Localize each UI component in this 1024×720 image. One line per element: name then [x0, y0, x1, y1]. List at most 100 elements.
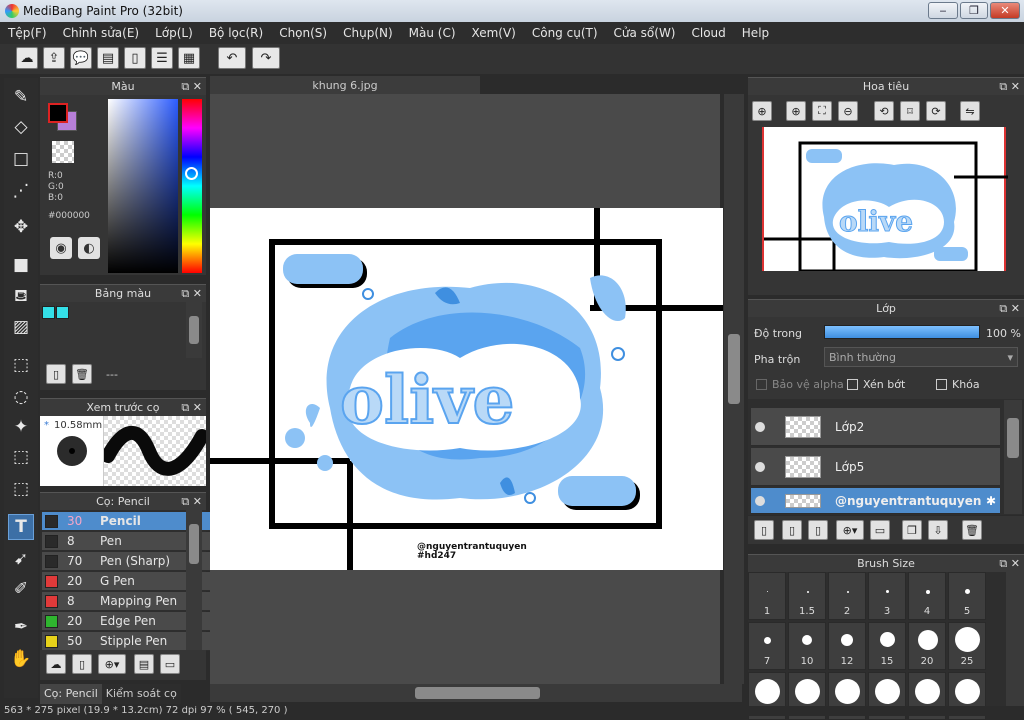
fit-icon[interactable]: ⛶ [812, 101, 832, 121]
layer-item-selected[interactable]: @nguyentrantuquyen ✱ [751, 488, 1000, 514]
close-button[interactable]: ✕ [990, 2, 1020, 19]
gradient-tool-icon[interactable]: ▨ [8, 314, 34, 340]
grid-icon[interactable]: ▦ [178, 47, 200, 69]
brush-size-cell[interactable]: 7 [748, 622, 786, 670]
hue-slider[interactable] [182, 99, 202, 273]
brush-size-cell[interactable]: 1 [748, 572, 786, 620]
redo-icon[interactable]: ↷ [252, 47, 280, 69]
transparent-color-swatch[interactable] [52, 141, 74, 163]
brush-size-scrollbar[interactable] [1006, 572, 1024, 706]
panel-controls[interactable]: ⧉ ✕ [999, 302, 1020, 316]
menu-file[interactable]: Tệp(F) [0, 26, 55, 40]
text-tool-icon[interactable]: T [8, 514, 34, 540]
tab-brush-control[interactable]: Kiểm soát cọ [101, 684, 181, 704]
folder-icon[interactable]: ▭ [870, 520, 890, 540]
document-canvas[interactable]: olive @nguyentrantuquyen #hd247 [210, 208, 723, 570]
merge-icon[interactable]: ⇩ [928, 520, 948, 540]
panel-controls[interactable]: ⧉ ✕ [181, 401, 202, 415]
navigator-preview[interactable]: olive [762, 127, 1008, 273]
palette-swatch[interactable] [42, 306, 55, 319]
zoom-icon[interactable]: ⊕ [786, 101, 806, 121]
zoom-in-icon[interactable]: ⊕ [752, 101, 772, 121]
minimize-button[interactable]: ‒ [928, 2, 958, 19]
duplicate-icon[interactable]: ❐ [902, 520, 922, 540]
canvas-vertical-scrollbar[interactable] [724, 94, 744, 684]
zoom-out-icon[interactable]: ⊖ [838, 101, 858, 121]
trash-icon[interactable]: 🗑 [962, 520, 982, 540]
saturation-value-picker[interactable] [108, 99, 178, 273]
brush-size-cell[interactable]: 1.5 [788, 572, 826, 620]
panel-controls[interactable]: ⧉ ✕ [999, 80, 1020, 94]
blend-select[interactable]: Bình thường ▾ [824, 347, 1018, 367]
undo-icon[interactable]: ↶ [218, 47, 246, 69]
flip-icon[interactable]: ⇋ [960, 101, 980, 121]
brush-size-cell[interactable]: 10 [788, 622, 826, 670]
page-icon[interactable]: ▯ [124, 47, 146, 69]
brush-size-cell[interactable]: 25 [948, 622, 986, 670]
color-mix-icon[interactable]: ◐ [78, 237, 100, 259]
divide-tool-icon[interactable]: ✐ [8, 576, 34, 602]
opacity-slider[interactable] [824, 325, 980, 339]
gear-icon[interactable]: ✱ [986, 494, 996, 508]
canvas-horizontal-scrollbar[interactable] [210, 684, 742, 702]
layer-down-icon[interactable]: ▯ [808, 520, 828, 540]
clipping-checkbox[interactable] [847, 379, 858, 390]
folder-icon[interactable]: ▭ [160, 654, 180, 674]
new-layer-icon[interactable]: ▯ [754, 520, 774, 540]
cloud-brush-icon[interactable]: ☁ [46, 654, 66, 674]
reset-icon[interactable]: ⌑ [900, 101, 920, 121]
eye-icon[interactable] [755, 461, 765, 472]
new-swatch-icon[interactable]: ▯ [46, 364, 66, 384]
menu-tools[interactable]: Công cụ(T) [524, 26, 606, 40]
brush-tool-icon[interactable]: ✎ [8, 84, 34, 110]
hue-handle[interactable] [185, 167, 198, 180]
trash-icon[interactable]: 🗑 [72, 364, 92, 384]
menu-snap[interactable]: Chụp(N) [335, 26, 401, 40]
list-icon[interactable]: ☰ [151, 47, 173, 69]
eye-icon[interactable] [755, 421, 765, 432]
settings-icon[interactable]: ▤ [134, 654, 154, 674]
menu-help[interactable]: Help [734, 26, 777, 40]
menu-cloud[interactable]: Cloud [684, 26, 734, 40]
panel-controls[interactable]: ⧉ ✕ [181, 80, 202, 94]
panel-controls[interactable]: ⧉ ✕ [181, 495, 202, 509]
maximize-button[interactable]: ❐ [960, 2, 988, 19]
panel-controls[interactable]: ⧉ ✕ [999, 557, 1020, 571]
brush-size-cell[interactable]: 2 [828, 572, 866, 620]
layer-item[interactable]: Lớp2 [751, 408, 1000, 446]
layer-scrollbar[interactable] [1004, 400, 1022, 514]
brush-size-cell[interactable]: 4 [908, 572, 946, 620]
bucket-tool-icon[interactable]: ⛾ [8, 284, 34, 310]
magic-wand-icon[interactable]: ✦ [8, 414, 34, 440]
panel-controls[interactable]: ⧉ ✕ [181, 287, 202, 301]
brush-size-cell[interactable]: 12 [828, 622, 866, 670]
copy-layer-icon[interactable]: ▯ [782, 520, 802, 540]
operation-tool-icon[interactable]: ➹ [8, 546, 34, 572]
brush-size-cell[interactable]: 3 [868, 572, 906, 620]
brush-list-scrollbar[interactable] [186, 510, 202, 650]
fill-rect-icon[interactable]: ■ [8, 252, 34, 278]
protect-alpha-checkbox[interactable] [756, 379, 767, 390]
eraser-tool-icon[interactable]: ◇ [8, 114, 34, 140]
rotate-right-icon[interactable]: ⟳ [926, 101, 946, 121]
tab-brush[interactable]: Cọ: Pencil [40, 684, 102, 704]
hand-tool-icon[interactable]: ✋ [8, 646, 34, 672]
layer-item[interactable]: Lớp5 [751, 448, 1000, 486]
new-brush-icon[interactable]: ▯ [72, 654, 92, 674]
palette-scrollbar[interactable] [186, 302, 202, 358]
menu-edit[interactable]: Chỉnh sửa(E) [55, 26, 148, 40]
color-wheel-icon[interactable]: ◉ [50, 237, 72, 259]
share-icon[interactable]: ⇪ [43, 47, 65, 69]
dot-brush-icon[interactable]: ⋰ [8, 178, 34, 204]
menu-window[interactable]: Cửa sổ(W) [606, 26, 684, 40]
menu-layer[interactable]: Lớp(L) [147, 26, 201, 40]
palette-swatch[interactable] [56, 306, 69, 319]
menu-filter[interactable]: Bộ lọc(R) [201, 26, 271, 40]
lasso-tool-icon[interactable]: ◌ [8, 384, 34, 410]
eyedropper-icon[interactable]: ✒ [8, 614, 34, 640]
eye-icon[interactable] [755, 495, 765, 506]
brush-size-cell[interactable]: 5 [948, 572, 986, 620]
document-tab[interactable]: khung 6.jpg [210, 76, 480, 94]
message-icon[interactable]: ▤ [97, 47, 119, 69]
rectangle-tool-icon[interactable]: □ [8, 146, 34, 172]
